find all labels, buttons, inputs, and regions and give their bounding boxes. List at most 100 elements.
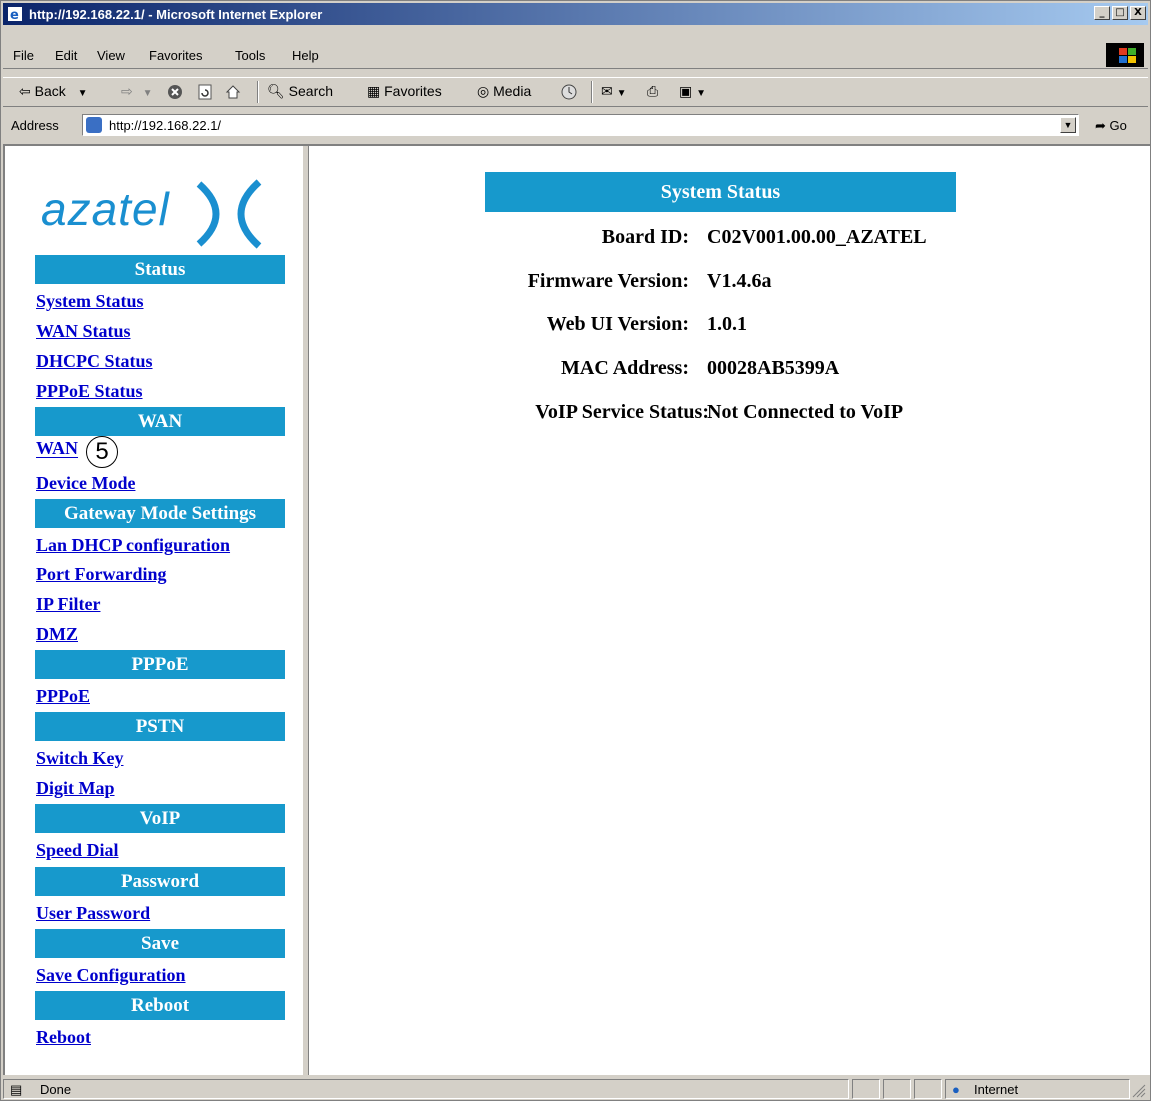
refresh-icon[interactable] — [197, 84, 213, 100]
web-ui-version-label: Web UI Version: — [546, 313, 689, 335]
address-input[interactable]: http://192.168.22.1/ ▼ — [82, 114, 1079, 136]
nav-wan-row: WAN 5 — [36, 436, 119, 468]
menu-favorites[interactable]: Favorites — [149, 48, 202, 63]
nav-header-reboot: Reboot — [35, 991, 285, 1020]
maximize-button[interactable]: □ — [1112, 6, 1128, 20]
mail-button[interactable]: ✉ ▼ — [601, 83, 627, 100]
nav-header-status: Status — [35, 255, 285, 284]
frame-divider[interactable] — [302, 146, 309, 1075]
go-button[interactable]: ➦ Go — [1095, 118, 1127, 134]
voip-status-value: Not Connected to VoIP — [707, 401, 904, 423]
close-button[interactable]: X — [1130, 6, 1146, 20]
menu-edit[interactable]: Edit — [55, 48, 77, 63]
favorites-button[interactable]: ▦ Favorites — [367, 83, 442, 100]
nav-link-digit-map[interactable]: Digit Map — [36, 778, 115, 799]
nav-link-speed-dial[interactable]: Speed Dial — [36, 840, 119, 861]
status-panel — [914, 1079, 942, 1099]
nav-link-user-password[interactable]: User Password — [36, 903, 150, 924]
page-content: azatel Status System Status WAN Status D… — [3, 144, 1150, 1075]
history-icon[interactable] — [561, 84, 577, 100]
main-frame: System Status Board ID: C02V001.00.00_AZ… — [309, 146, 1148, 1075]
menu-file[interactable]: File — [13, 48, 34, 63]
azatel-logo: azatel — [41, 183, 170, 235]
go-arrow-icon: ➦ — [1095, 118, 1106, 133]
zone-text: Internet — [974, 1082, 1019, 1097]
page-icon — [86, 117, 102, 133]
nav-link-port-forwarding[interactable]: Port Forwarding — [36, 564, 166, 585]
firmware-version-label: Firmware Version: — [527, 270, 689, 292]
search-icon: 🔍︎ — [267, 83, 285, 99]
azatel-logo-arcs-icon — [196, 179, 262, 249]
forward-arrow-icon: ⇨ — [121, 83, 133, 99]
nav-link-wan-status[interactable]: WAN Status — [36, 321, 131, 342]
internet-globe-icon: ● — [952, 1082, 960, 1097]
mac-address-label: MAC Address: — [561, 357, 689, 379]
window-title: http://192.168.22.1/ - Microsoft Interne… — [29, 7, 323, 22]
toolbar: ⇦ Back ▼ ⇨ ▼ 🔍︎ Search ▦ Favorites ◎ Med… — [3, 77, 1148, 107]
status-bar: ▤ Done ● Internet — [3, 1078, 1148, 1100]
nav-link-system-status[interactable]: System Status — [36, 291, 144, 312]
ie-icon: e — [8, 7, 22, 22]
media-button[interactable]: ◎ Media — [477, 83, 531, 100]
nav-link-dmz[interactable]: DMZ — [36, 624, 78, 645]
minimize-button[interactable]: _ — [1094, 6, 1110, 20]
dropdown-arrow-icon: ▼ — [142, 88, 153, 99]
status-text: Done — [40, 1082, 72, 1097]
search-button[interactable]: 🔍︎ Search — [267, 83, 333, 100]
nav-link-save-configuration[interactable]: Save Configuration — [36, 965, 186, 986]
nav-header-pstn: PSTN — [35, 712, 285, 741]
voip-status-label: VoIP Service Status: — [535, 401, 709, 423]
favorites-folder-icon: ▦ — [367, 83, 381, 99]
nav-link-reboot[interactable]: Reboot — [36, 1027, 91, 1048]
menu-tools[interactable]: Tools — [235, 48, 265, 63]
nav-link-pppoe-status[interactable]: PPPoE Status — [36, 381, 143, 402]
nav-link-pppoe[interactable]: PPPoE — [36, 686, 90, 707]
web-ui-version-value: 1.0.1 — [707, 313, 747, 335]
windows-logo-icon — [1106, 43, 1144, 67]
nav-link-switch-key[interactable]: Switch Key — [36, 748, 124, 769]
menu-help[interactable]: Help — [292, 48, 319, 63]
nav-frame: azatel Status System Status WAN Status D… — [13, 148, 303, 1073]
edit-button[interactable]: ▣ ▼ — [679, 83, 706, 100]
favorites-label: Favorites — [384, 83, 442, 99]
address-bar: Address http://192.168.22.1/ ▼ ➦ Go — [3, 112, 1148, 140]
firmware-version-value: V1.4.6a — [707, 270, 772, 292]
print-icon: ⎙ — [647, 83, 659, 99]
back-arrow-icon: ⇦ — [19, 83, 31, 99]
nav-link-wan[interactable]: WAN — [36, 438, 78, 458]
svg-text:e: e — [10, 8, 19, 22]
nav-header-pppoe: PPPoE — [35, 650, 285, 679]
menu-bar: File Edit View Favorites Tools Help — [3, 44, 1148, 69]
annotation-badge: 5 — [86, 436, 119, 468]
status-text-panel: ▤ Done — [3, 1079, 849, 1099]
board-id-value: C02V001.00.00_AZATEL — [707, 226, 927, 248]
forward-button[interactable]: ⇨ ▼ — [121, 83, 153, 100]
nav-link-lan-dhcp[interactable]: Lan DHCP configuration — [36, 535, 230, 556]
home-icon[interactable] — [225, 84, 241, 100]
dropdown-arrow-icon: ▼ — [77, 88, 88, 99]
media-label: Media — [493, 83, 532, 99]
page-done-icon: ▤ — [10, 1082, 23, 1097]
nav-header-gateway-mode: Gateway Mode Settings — [35, 499, 285, 528]
address-dropdown-icon[interactable]: ▼ — [1060, 117, 1076, 133]
nav-link-dhcpc-status[interactable]: DHCPC Status — [36, 351, 153, 372]
print-button[interactable]: ⎙ — [647, 83, 658, 100]
back-label: Back — [34, 83, 66, 99]
nav-header-password: Password — [35, 867, 285, 896]
stop-icon[interactable] — [167, 84, 183, 100]
title-bar[interactable]: e http://192.168.22.1/ - Microsoft Inter… — [3, 3, 1148, 25]
address-url: http://192.168.22.1/ — [109, 118, 222, 133]
mac-address-value: 00028AB5399A — [707, 357, 840, 379]
dropdown-arrow-icon: ▼ — [696, 88, 707, 99]
search-label: Search — [288, 83, 334, 99]
system-status-header: System Status — [485, 172, 956, 212]
nav-header-voip: VoIP — [35, 804, 285, 833]
menu-view[interactable]: View — [97, 48, 125, 63]
go-label: Go — [1109, 118, 1127, 133]
resize-grip-icon[interactable] — [1132, 1084, 1146, 1098]
word-icon: ▣ — [679, 83, 693, 99]
nav-header-save: Save — [35, 929, 285, 958]
nav-link-device-mode[interactable]: Device Mode — [36, 473, 135, 494]
back-button[interactable]: ⇦ Back ▼ — [19, 83, 88, 100]
nav-link-ip-filter[interactable]: IP Filter — [36, 594, 100, 615]
